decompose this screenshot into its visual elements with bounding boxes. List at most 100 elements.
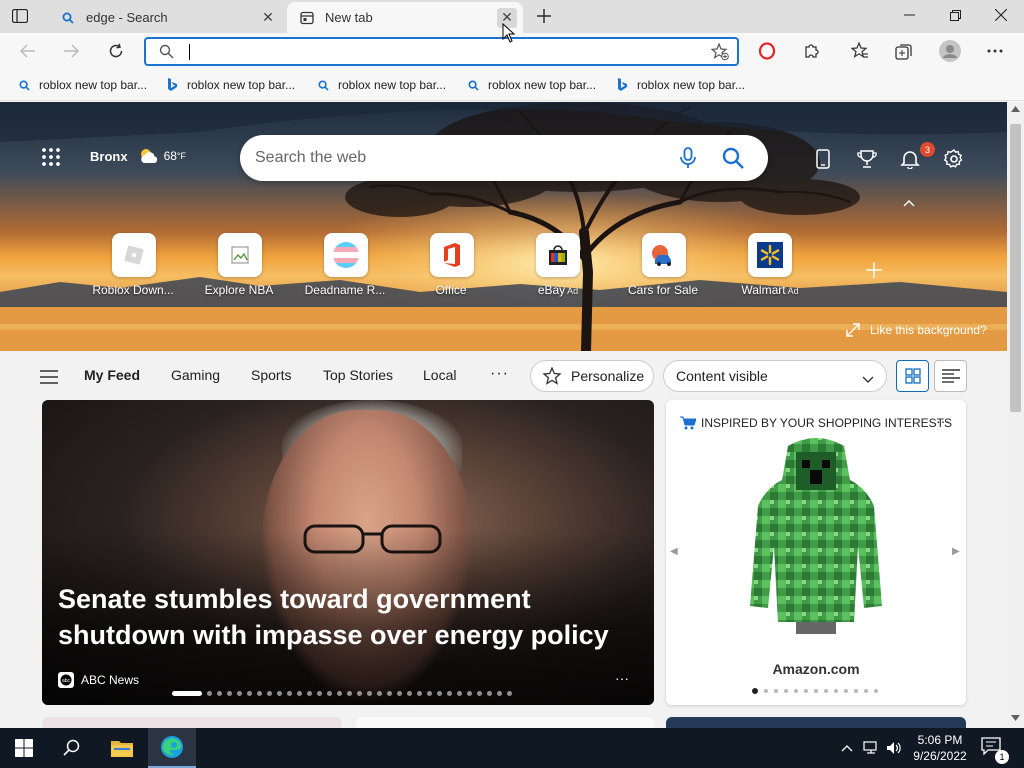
address-bar[interactable] — [144, 37, 739, 66]
quicklink-walmart[interactable]: Walmart Ad — [725, 233, 815, 297]
carousel-next-icon[interactable]: ▶ — [952, 546, 960, 557]
quicklink-explore-nba[interactable]: Explore NBA — [195, 233, 285, 297]
carousel-dot[interactable] — [207, 691, 212, 696]
new-tab-button[interactable] — [533, 5, 555, 27]
carousel-dot[interactable] — [227, 691, 232, 696]
menu-hamburger-icon[interactable] — [40, 370, 58, 384]
carousel-dot[interactable] — [784, 689, 788, 693]
top-story-card[interactable]: Senate stumbles toward government shutdo… — [42, 400, 654, 705]
weather-widget[interactable]: Bronx 68 °F — [90, 147, 186, 165]
close-tab-icon[interactable]: ✕ — [258, 8, 278, 28]
favorite-item[interactable]: roblox new top bar... — [17, 76, 147, 94]
feed-tab-sports[interactable]: Sports — [251, 367, 291, 383]
favorites-icon[interactable] — [846, 38, 874, 64]
volume-icon[interactable] — [885, 739, 903, 757]
carousel-dot[interactable] — [387, 691, 392, 696]
carousel-dot[interactable] — [814, 689, 818, 693]
carousel-dot[interactable] — [804, 689, 808, 693]
settings-more-icon[interactable] — [981, 38, 1009, 64]
favorite-item[interactable]: roblox new top bar... — [466, 76, 596, 94]
start-button[interactable] — [0, 728, 48, 768]
list-view-button[interactable] — [934, 360, 967, 392]
scroll-down-icon[interactable] — [1011, 715, 1020, 721]
carousel-dot[interactable] — [794, 689, 798, 693]
mobile-phone-icon[interactable] — [811, 147, 835, 171]
product-hoodie-image[interactable] — [746, 436, 886, 636]
carousel-dot[interactable] — [317, 691, 322, 696]
quicklink-roblox[interactable]: Roblox Down... — [89, 233, 179, 297]
feed-tab-top-stories[interactable]: Top Stories — [323, 367, 393, 383]
carousel-dot[interactable] — [507, 691, 512, 696]
tab-edge-search[interactable]: edge - Search ✕ — [48, 2, 284, 33]
carousel-prev-icon[interactable]: ◀ — [670, 546, 678, 557]
collections-icon[interactable] — [890, 38, 918, 64]
grid-view-button[interactable] — [896, 360, 929, 392]
network-icon[interactable] — [862, 739, 880, 757]
carousel-dot[interactable] — [824, 689, 828, 693]
carousel-dot[interactable] — [357, 691, 362, 696]
close-window-button[interactable] — [978, 0, 1024, 30]
carousel-dot[interactable] — [864, 689, 868, 693]
forward-button[interactable] — [57, 38, 85, 64]
carousel-dot[interactable] — [217, 691, 222, 696]
tab-new-tab[interactable]: New tab ✕ — [287, 2, 523, 33]
system-clock[interactable]: 5:06 PM 9/26/2022 — [912, 732, 968, 764]
carousel-dot[interactable] — [377, 691, 382, 696]
carousel-dot[interactable] — [407, 691, 412, 696]
more-tabs-icon[interactable]: ··· — [490, 365, 509, 383]
carousel-dot[interactable] — [764, 689, 768, 693]
add-quicklink-icon[interactable] — [865, 261, 883, 279]
notifications-bell-icon[interactable] — [898, 147, 922, 171]
carousel-dot[interactable] — [247, 691, 252, 696]
show-hidden-icons-chevron[interactable] — [838, 739, 856, 757]
address-input[interactable] — [194, 41, 694, 63]
page-settings-gear-icon[interactable] — [942, 147, 966, 171]
scroll-up-icon[interactable] — [1011, 106, 1020, 112]
favorite-item[interactable]: roblox new top bar... — [615, 76, 745, 94]
scrollbar-thumb[interactable] — [1010, 124, 1021, 412]
profile-avatar[interactable] — [936, 38, 964, 64]
carousel-dot[interactable] — [752, 688, 758, 694]
like-background-button[interactable]: Like this background? — [846, 323, 987, 337]
page-scrollbar[interactable] — [1007, 102, 1024, 728]
carousel-dot[interactable] — [257, 691, 262, 696]
search-icon[interactable] — [721, 146, 745, 170]
story-headline[interactable]: Senate stumbles toward government shutdo… — [58, 581, 618, 653]
shopping-more-icon[interactable]: ··· — [936, 413, 950, 429]
carousel-dot[interactable] — [287, 691, 292, 696]
carousel-dot[interactable] — [487, 691, 492, 696]
favorite-item[interactable]: roblox new top bar... — [316, 76, 446, 94]
extensions-icon[interactable] — [797, 38, 825, 64]
carousel-dot[interactable] — [277, 691, 282, 696]
carousel-dot[interactable] — [874, 689, 878, 693]
quicklink-office[interactable]: Office — [407, 233, 497, 297]
carousel-dot[interactable] — [267, 691, 272, 696]
taskbar-search-button[interactable] — [48, 728, 96, 768]
carousel-dot[interactable] — [774, 689, 778, 693]
apps-grid-icon[interactable] — [41, 147, 61, 167]
feed-tab-gaming[interactable]: Gaming — [171, 367, 220, 383]
carousel-dot[interactable] — [834, 689, 838, 693]
carousel-dot[interactable] — [297, 691, 302, 696]
feed-tab-local[interactable]: Local — [423, 367, 456, 383]
carousel-dot[interactable] — [477, 691, 482, 696]
tab-actions-icon[interactable] — [9, 6, 31, 26]
file-explorer-button[interactable] — [98, 728, 146, 768]
favorite-item[interactable]: roblox new top bar... — [165, 76, 295, 94]
carousel-dot[interactable] — [457, 691, 462, 696]
content-visibility-dropdown[interactable]: Content visible — [663, 360, 887, 392]
minimize-button[interactable] — [886, 0, 932, 30]
web-search-box[interactable] — [240, 135, 768, 181]
collapse-chevron-icon[interactable] — [902, 195, 916, 207]
shopping-card[interactable]: INSPIRED BY YOUR SHOPPING INTERESTS ··· … — [666, 400, 966, 705]
feed-tab-my-feed[interactable]: My Feed — [84, 367, 140, 383]
microphone-icon[interactable] — [678, 147, 698, 169]
carousel-dot[interactable] — [307, 691, 312, 696]
carousel-dot[interactable] — [327, 691, 332, 696]
carousel-dot[interactable] — [237, 691, 242, 696]
quicklink-ebay[interactable]: eBay Ad — [513, 233, 603, 297]
carousel-dot[interactable] — [497, 691, 502, 696]
carousel-dot[interactable] — [427, 691, 432, 696]
back-button[interactable] — [14, 38, 42, 64]
add-favorite-icon[interactable] — [710, 42, 729, 66]
